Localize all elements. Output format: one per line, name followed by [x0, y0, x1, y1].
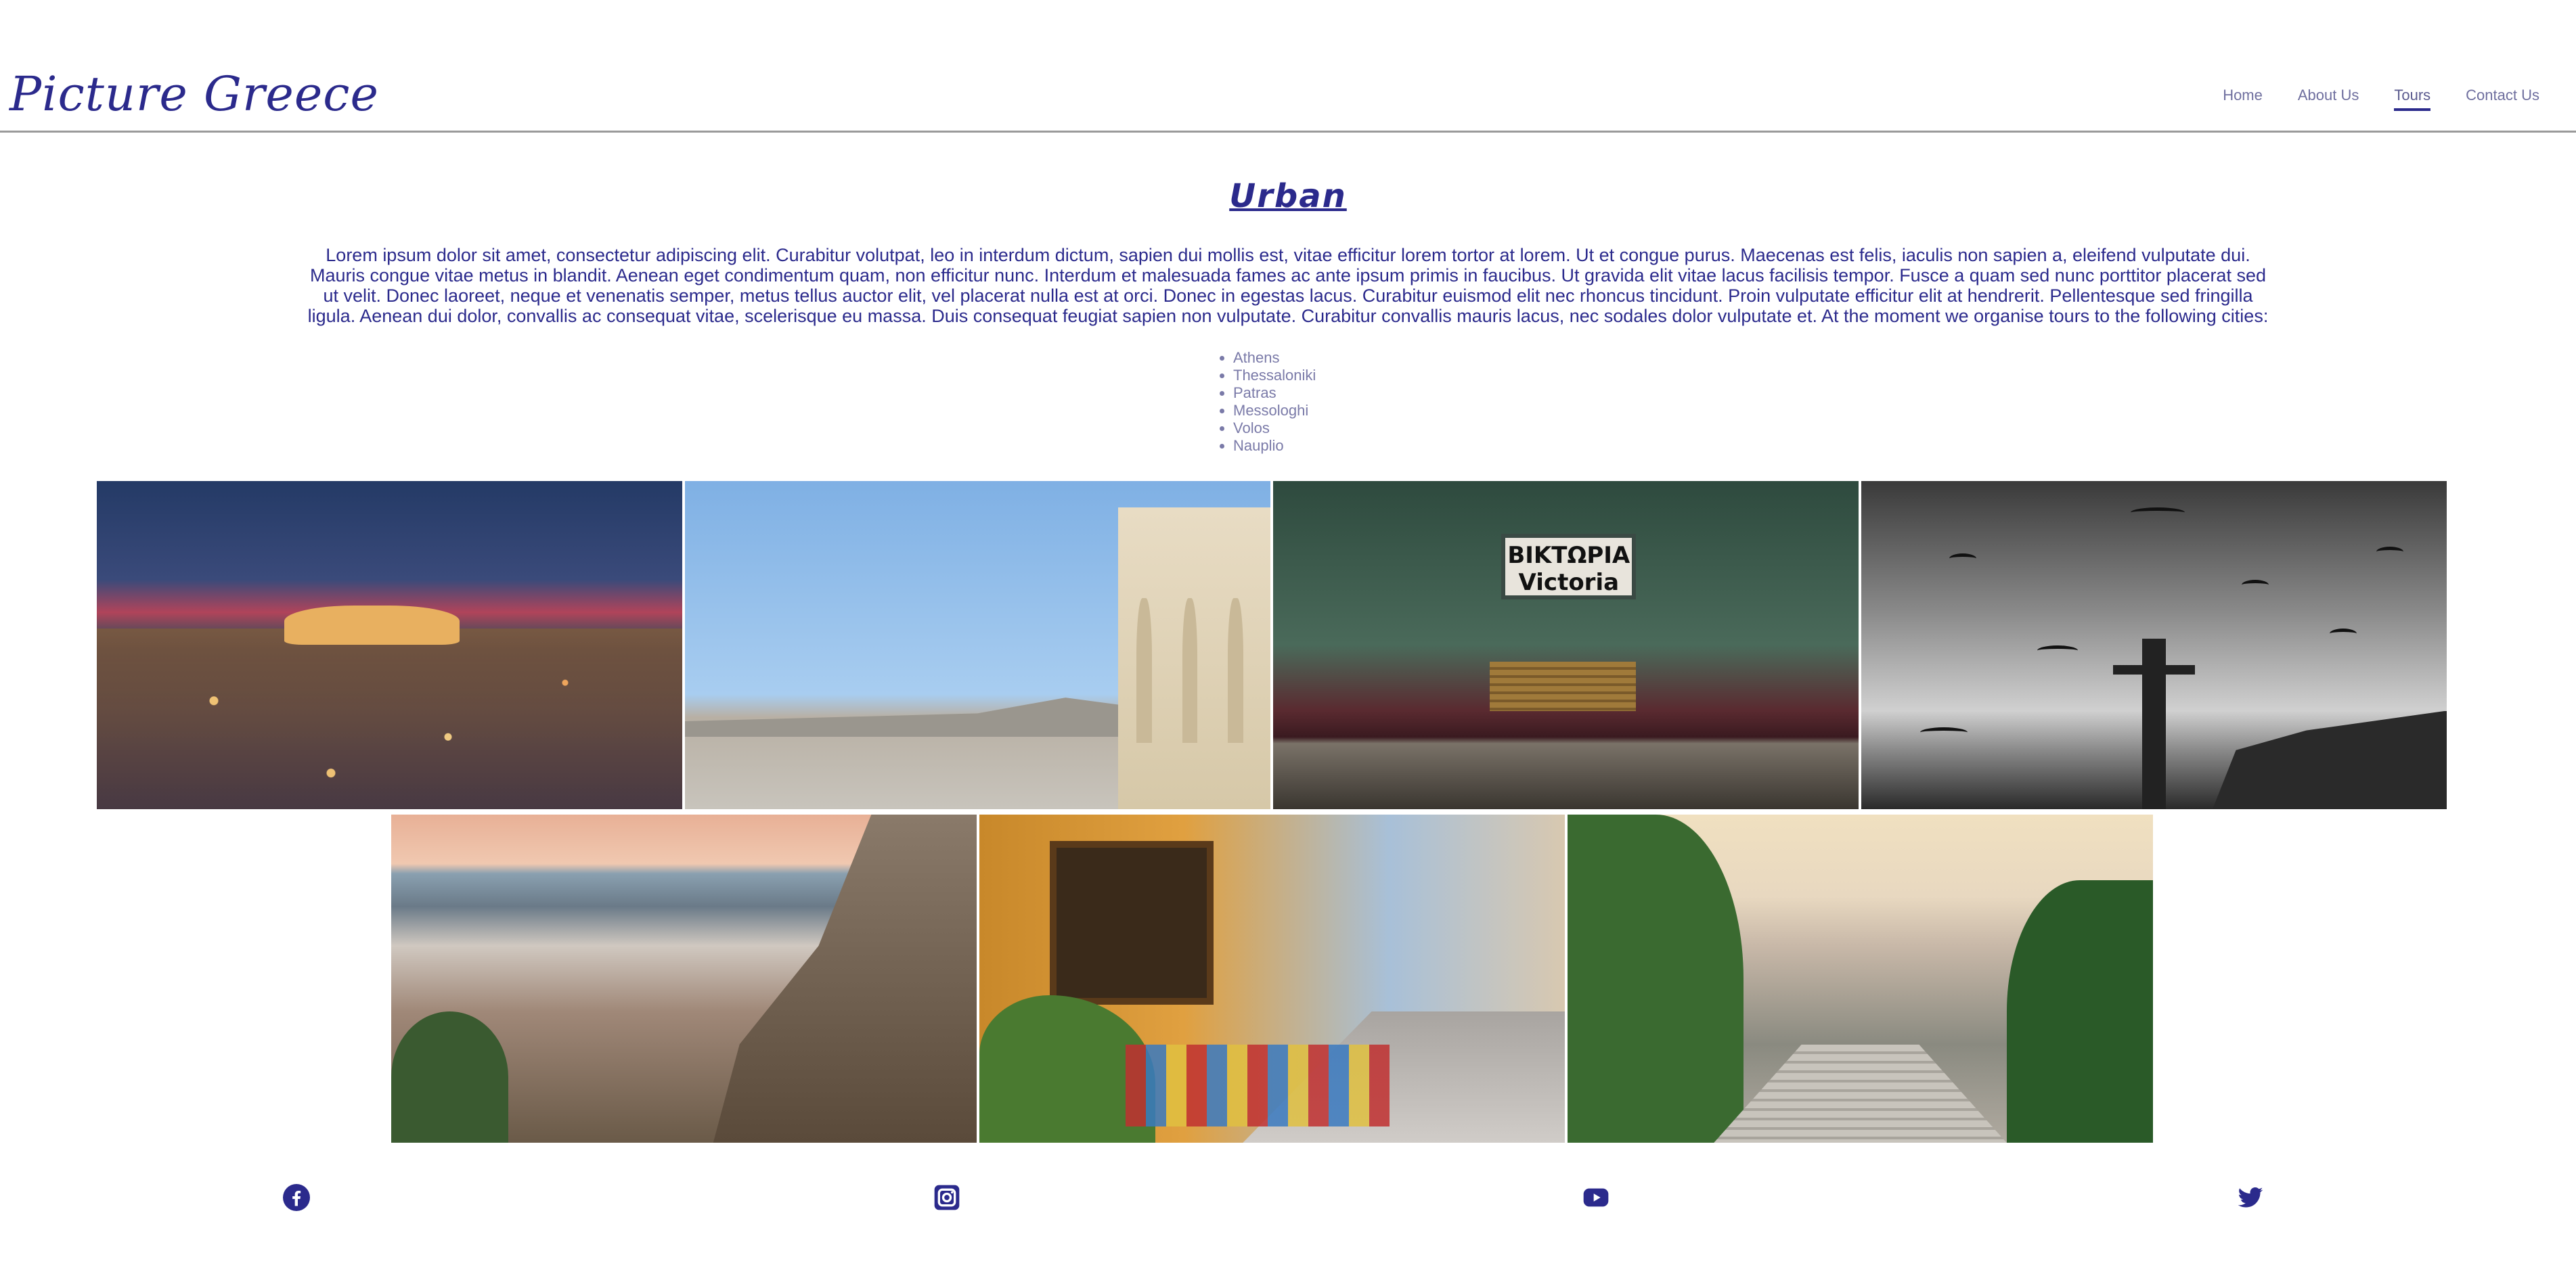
instagram-icon[interactable] [933, 1184, 960, 1211]
intro-paragraph: Lorem ipsum dolor sit amet, consectetur … [307, 245, 2269, 326]
nav-about-us[interactable]: About Us [2298, 87, 2359, 111]
site-header: Picture Greece Home About Us Tours Conta… [0, 0, 2576, 133]
nav-tours[interactable]: Tours [2394, 87, 2431, 111]
bird [2130, 507, 2185, 518]
window [1049, 840, 1214, 1005]
caryatid-column [1228, 597, 1243, 743]
photo-athens-night[interactable] [97, 481, 682, 809]
trees-left [1568, 815, 1744, 1143]
station-sign: ΒΙΚΤΩΡΙΑ Victoria [1501, 533, 1637, 599]
bird [1949, 553, 1976, 564]
bird [2330, 629, 2357, 639]
city-list: Athens Thessaloniki Patras Messologhi Vo… [1218, 349, 1316, 455]
tree [391, 1011, 508, 1143]
site-logo[interactable]: Picture Greece [9, 66, 379, 122]
photo-birds-cross[interactable] [1861, 481, 2447, 809]
nav-contact-us[interactable]: Contact Us [2466, 87, 2539, 111]
city-wall [713, 815, 977, 1143]
photo-city-stairs[interactable] [1568, 815, 2153, 1143]
cross-bar [2112, 664, 2196, 675]
city-item: Nauplio [1233, 437, 1316, 455]
caryatid-column [1182, 597, 1198, 743]
caryatid-column [1136, 597, 1152, 743]
trees-right [2006, 880, 2153, 1143]
acropolis [284, 606, 460, 645]
station-sign-latin: Victoria [1518, 568, 1620, 596]
city-item: Thessaloniki [1233, 367, 1316, 384]
nav-home[interactable]: Home [2223, 87, 2263, 111]
bird [2376, 547, 2404, 557]
city-item: Patras [1233, 384, 1316, 402]
page-title: Urban [1229, 177, 1347, 215]
bench [1490, 661, 1637, 711]
photo-metro-station[interactable]: ΒΙΚΤΩΡΙΑ Victoria [1273, 481, 1859, 809]
twitter-icon[interactable] [2237, 1184, 2264, 1211]
temple-porch [1118, 507, 1270, 809]
photo-caryatids[interactable] [685, 481, 1270, 809]
facebook-icon[interactable] [283, 1184, 310, 1211]
city-item: Volos [1233, 419, 1316, 437]
bird [2242, 579, 2269, 590]
youtube-icon[interactable] [1582, 1184, 1609, 1211]
cafe-tables [1126, 1044, 1390, 1126]
gallery-row: ΒΙΚΤΩΡΙΑ Victoria [97, 481, 2447, 809]
city-item: Athens [1233, 349, 1316, 367]
photo-street-cafe[interactable] [979, 815, 1565, 1143]
gallery-row [391, 815, 2153, 1143]
city-item: Messologhi [1233, 402, 1316, 419]
city-lights [97, 629, 682, 809]
photo-thessaloniki-walls[interactable] [391, 815, 977, 1143]
bird [1919, 727, 1968, 737]
stairs [1714, 1044, 2007, 1143]
station-sign-greek: ΒΙΚΤΩΡΙΑ [1507, 541, 1630, 569]
site-footer [0, 1184, 2576, 1225]
main-nav: Home About Us Tours Contact Us [2223, 87, 2539, 111]
bird [2037, 645, 2078, 656]
rocks [2213, 710, 2447, 809]
